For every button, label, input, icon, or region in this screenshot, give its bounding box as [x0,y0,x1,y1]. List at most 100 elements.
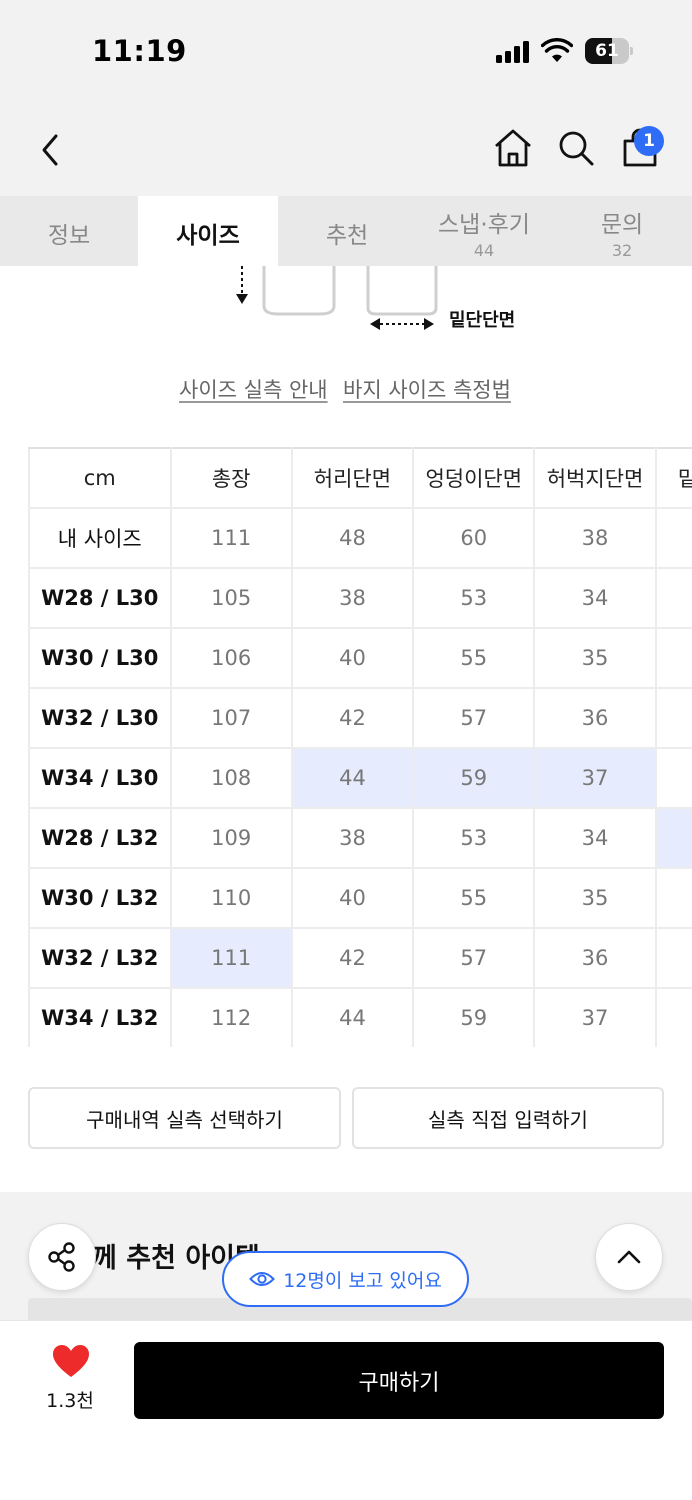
tab-info[interactable]: 정보 [0,196,138,266]
table-cell: 37 [533,987,657,1047]
table-row: W28 / L30 105 38 53 34 [28,567,692,629]
viewers-count-pill: 12명이 보고 있어요 [222,1251,469,1307]
table-cell: 53 [412,567,536,629]
table-cell [654,927,692,989]
table-cell: 3 [654,987,692,1047]
table-cell: 36 [533,927,657,989]
share-button[interactable] [28,1223,96,1291]
table-cell-match: 111 [169,927,293,989]
size-table-container[interactable]: cm 총장 허리단면 엉덩이단면 허벅지단면 밑단단면 내 사이즈 111 48… [28,447,692,1047]
table-cell: 44 [290,987,415,1047]
share-icon [48,1242,75,1272]
battery-icon: 61 [585,38,633,64]
table-cell: 57 [412,927,536,989]
like-count: 1.3천 [46,1390,94,1412]
table-cell: 59 [412,987,536,1047]
table-cell: 109 [169,807,293,869]
eye-icon [249,1272,276,1286]
table-cell [654,567,692,629]
scroll-to-top-button[interactable] [595,1223,663,1291]
table-cell: 34 [533,567,657,629]
table-row: W32 / L32 111 42 57 36 [28,927,692,989]
home-icon[interactable] [492,127,534,169]
cart-count-badge: 1 [634,126,664,156]
table-row: W34 / L30 108 44 59 37 3 [28,747,692,809]
table-cell: 108 [169,747,293,809]
chevron-up-icon [617,1250,641,1264]
table-row: W30 / L32 110 40 55 35 3 [28,867,692,929]
status-time: 11:19 [92,34,187,68]
row-label: W28 / L32 [28,807,172,869]
row-label: W32 / L32 [28,927,172,989]
tab-label: 추천 [325,223,369,249]
row-label: W30 / L30 [28,627,172,689]
table-cell: 107 [169,687,293,749]
tab-size[interactable]: 사이즈 [138,196,278,266]
tab-recommend[interactable]: 추천 [278,196,416,266]
size-table: cm 총장 허리단면 엉덩이단면 허벅지단면 밑단단면 내 사이즈 111 48… [28,447,692,1047]
status-bar: 11:19 61 [0,0,692,100]
column-header: 허리단면 [290,447,415,509]
table-cell: 35 [533,627,657,689]
table-cell: 106 [169,627,293,689]
tab-label: 정보 [47,223,91,249]
table-cell-match: 37 [533,747,657,809]
table-cell: 36 [533,687,657,749]
table-cell: 42 [290,687,415,749]
table-cell [654,687,692,749]
buy-button[interactable]: 구매하기 [134,1342,664,1419]
table-cell: 38 [533,507,657,569]
tab-snap-review[interactable]: 스냅·후기 44 [416,196,552,266]
row-label: W32 / L30 [28,687,172,749]
column-header: 허벅지단면 [533,447,657,509]
product-tabs: 정보 사이즈 추천 스냅·후기 44 문의 32 [0,196,692,266]
my-size-row: 내 사이즈 111 48 60 38 [28,507,692,569]
actual-size-guide-link[interactable]: 사이즈 실측 안내 [179,374,328,404]
search-icon[interactable] [555,127,597,169]
table-row: W30 / L30 106 40 55 35 3 [28,627,692,689]
table-cell: 38 [290,807,415,869]
diagram-label: 밑단단면 [449,310,516,331]
table-cell: 34 [533,807,657,869]
table-cell: 60 [412,507,536,569]
table-cell: 105 [169,567,293,629]
row-label: W30 / L32 [28,867,172,929]
row-label: W34 / L30 [28,747,172,809]
table-cell-match [654,807,692,869]
pants-measure-guide-link[interactable]: 바지 사이즈 측정법 [343,374,511,404]
table-cell: 3 [654,867,692,929]
tab-inquiry[interactable]: 문의 32 [552,196,692,266]
wifi-icon [541,38,573,62]
table-cell: 3 [654,627,692,689]
tab-count: 32 [611,241,633,260]
column-header: 밑단단면 [654,447,692,509]
viewers-text: 12명이 보고 있어요 [283,1269,442,1292]
table-cell: 38 [290,567,415,629]
table-cell: 42 [290,927,415,989]
table-cell: 3 [654,747,692,809]
table-cell: 53 [412,807,536,869]
column-header: 총장 [169,447,293,509]
back-arrow-icon[interactable] [36,130,66,170]
select-purchase-history-button[interactable]: 구매내역 실측 선택하기 [28,1087,341,1149]
table-cell: 111 [169,507,293,569]
table-cell: 40 [290,627,415,689]
table-cell [654,507,692,569]
cellular-signal-icon [496,41,532,63]
tab-label: 사이즈 [176,223,240,249]
table-cell: 35 [533,867,657,929]
table-cell: 112 [169,987,293,1047]
tab-label: 문의 [600,212,644,238]
battery-percent: 61 [595,41,619,61]
tab-label: 스냅·후기 [438,212,530,238]
table-cell: 110 [169,867,293,929]
column-header: cm [28,447,172,509]
row-label: W34 / L32 [28,987,172,1047]
table-cell: 55 [412,867,536,929]
table-row: W28 / L32 109 38 53 34 [28,807,692,869]
table-row: W32 / L30 107 42 57 36 [28,687,692,749]
table-cell: 57 [412,687,536,749]
direct-input-button[interactable]: 실측 직접 입력하기 [352,1087,664,1149]
table-cell: 48 [290,507,415,569]
table-row: W34 / L32 112 44 59 37 3 [28,987,692,1047]
